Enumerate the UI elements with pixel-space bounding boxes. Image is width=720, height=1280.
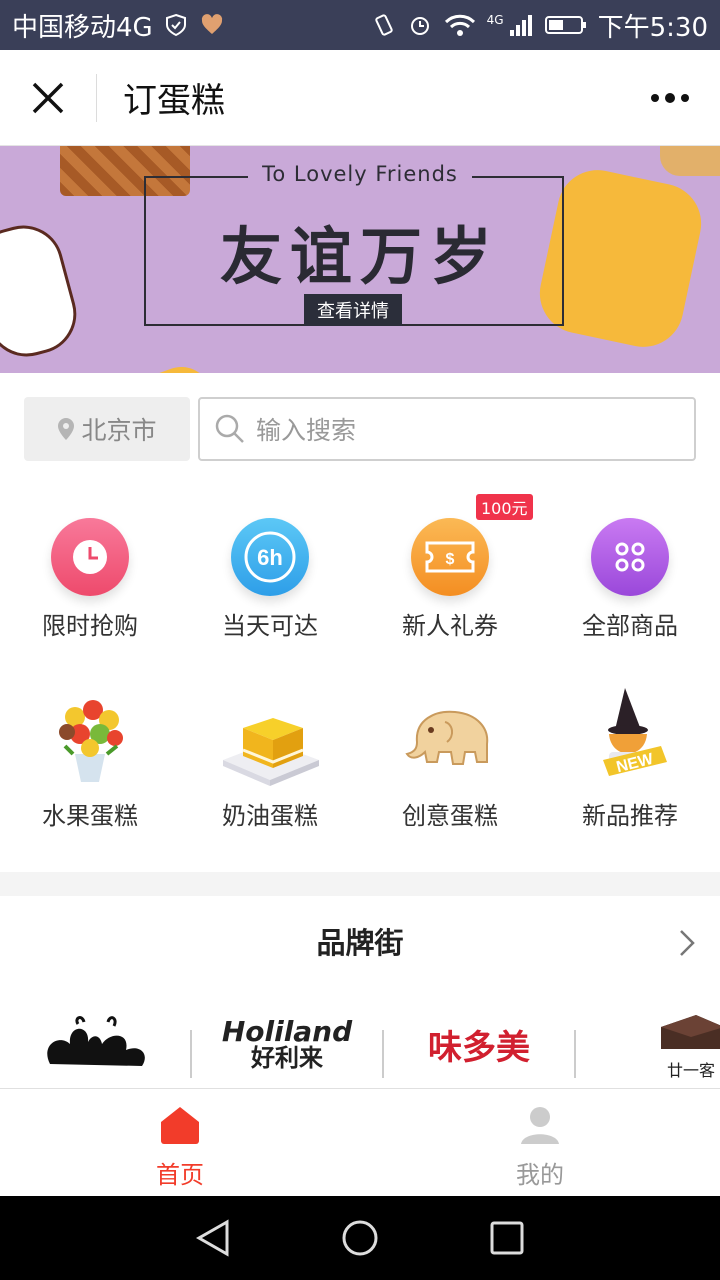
21cake-logo: 廿一客	[656, 1007, 720, 1081]
close-button[interactable]	[0, 50, 96, 146]
user-icon	[521, 1107, 559, 1144]
elephant-cookie-icon	[395, 682, 505, 792]
category-fruit-cake[interactable]: 水果蛋糕	[0, 680, 180, 870]
page-title: 订蛋糕	[123, 81, 225, 121]
category-row-1: 限时抢购 6h 当天可达 $ 100元 新人礼券 全部商品	[0, 490, 720, 680]
holiland-logo-text: Holiland	[221, 1014, 353, 1048]
shield-icon	[165, 13, 186, 37]
black-swan-logo	[47, 1016, 145, 1066]
top-nav-bar: 订蛋糕	[0, 50, 720, 146]
chocolate-cake-icon	[661, 1015, 720, 1049]
chevron-right-icon	[680, 930, 695, 956]
carrier-label: 中国移动4G	[12, 12, 153, 43]
brand-list: Holiland 好利来 味多美 廿一客	[0, 1000, 720, 1088]
banner-details-button[interactable]: 查看详情	[304, 294, 402, 326]
holiland-logo: Holiland 好利来	[221, 1014, 353, 1073]
search-input[interactable]: 输入搜索	[198, 397, 696, 461]
tab-mine[interactable]: 我的	[360, 1089, 720, 1196]
brand-section-header[interactable]: 品牌街	[0, 896, 720, 986]
close-icon	[32, 82, 64, 113]
banner-subtitle: To Lovely Friends	[248, 162, 472, 186]
category-label: 水果蛋糕	[42, 802, 138, 830]
section-divider	[0, 872, 720, 896]
recents-square-icon[interactable]	[489, 1220, 525, 1256]
21cake-logo-text: 廿一客	[666, 1061, 715, 1080]
category-new-user-coupon[interactable]: $ 100元 新人礼券	[360, 490, 540, 680]
more-button[interactable]	[620, 50, 720, 146]
signal-icon	[509, 15, 532, 36]
ticket-icon: $	[411, 518, 489, 596]
search-row: 北京市 输入搜索	[24, 397, 696, 461]
new-product-icon: NEW	[575, 682, 685, 792]
brand-21cake[interactable]: 廿一客	[576, 1000, 720, 1088]
svg-text:$: $	[446, 551, 455, 568]
category-label: 奶油蛋糕	[222, 802, 318, 830]
category-flash-sale[interactable]: 限时抢购	[0, 490, 180, 680]
heart-rate-icon	[201, 14, 222, 34]
brand-weiduomei[interactable]: 味多美	[384, 1000, 574, 1088]
search-placeholder: 输入搜索	[256, 416, 357, 445]
category-new-products[interactable]: NEW 新品推荐	[540, 680, 720, 870]
category-label: 限时抢购	[42, 612, 138, 640]
home-icon	[161, 1107, 199, 1144]
city-label: 北京市	[81, 416, 157, 445]
tab-home-label: 首页	[156, 1161, 204, 1189]
tab-mine-label: 我的	[516, 1161, 564, 1189]
brand-black-swan[interactable]	[0, 1000, 190, 1088]
alarm-icon	[410, 17, 429, 35]
category-label: 新人礼券	[402, 612, 498, 640]
holiland-logo-cn: 好利来	[251, 1044, 323, 1073]
location-pin-icon	[58, 418, 75, 440]
banner-headline: 友谊万岁	[219, 220, 500, 293]
clock-icon	[51, 518, 129, 596]
coupon-badge: 100元	[476, 494, 533, 520]
promo-banner[interactable]: To Lovely Friends 友谊万岁 查看详情	[0, 146, 720, 373]
category-cream-cake[interactable]: 奶油蛋糕	[180, 680, 360, 870]
clock-label: 下午5:30	[597, 12, 708, 43]
search-icon	[215, 414, 244, 443]
category-label: 当天可达	[222, 612, 318, 640]
system-nav-bar	[0, 1196, 720, 1280]
city-selector[interactable]: 北京市	[24, 397, 190, 461]
cream-cake-icon	[215, 682, 325, 792]
category-creative-cake[interactable]: 创意蛋糕	[360, 680, 540, 870]
back-icon[interactable]	[195, 1218, 231, 1258]
category-label: 全部商品	[582, 612, 678, 640]
grid-dots-icon	[591, 518, 669, 596]
more-dots-icon	[651, 92, 689, 103]
wifi-icon	[444, 14, 475, 36]
category-all-products[interactable]: 全部商品	[540, 490, 720, 680]
weiduomei-logo: 味多美	[428, 1027, 530, 1068]
6h-delivery-icon: 6h	[231, 518, 309, 596]
vibrate-icon	[374, 14, 393, 36]
network-type-label: 4G	[486, 12, 504, 27]
battery-icon	[544, 16, 586, 34]
brand-holiland[interactable]: Holiland 好利来	[192, 1000, 382, 1088]
brand-section-title: 品牌街	[316, 926, 404, 960]
category-row-2: 水果蛋糕 奶油蛋糕 创意蛋糕 NEW 新品推荐	[0, 680, 720, 870]
category-label: 新品推荐	[582, 802, 678, 830]
bottom-tab-bar: 首页 我的	[0, 1088, 720, 1196]
tab-home[interactable]: 首页	[0, 1089, 360, 1196]
nav-divider	[96, 73, 97, 122]
fruit-bouquet-icon	[35, 682, 145, 792]
category-same-day[interactable]: 6h 当天可达	[180, 490, 360, 680]
sponge-cake-decoration	[86, 358, 234, 373]
category-grid: 限时抢购 6h 当天可达 $ 100元 新人礼券 全部商品 水果蛋糕 奶油蛋糕 …	[0, 490, 720, 870]
svg-text:6h: 6h	[257, 545, 283, 570]
category-label: 创意蛋糕	[402, 802, 498, 830]
home-circle-icon[interactable]	[340, 1218, 380, 1258]
status-bar: 中国移动4G 4G 下午5:30	[0, 0, 720, 50]
